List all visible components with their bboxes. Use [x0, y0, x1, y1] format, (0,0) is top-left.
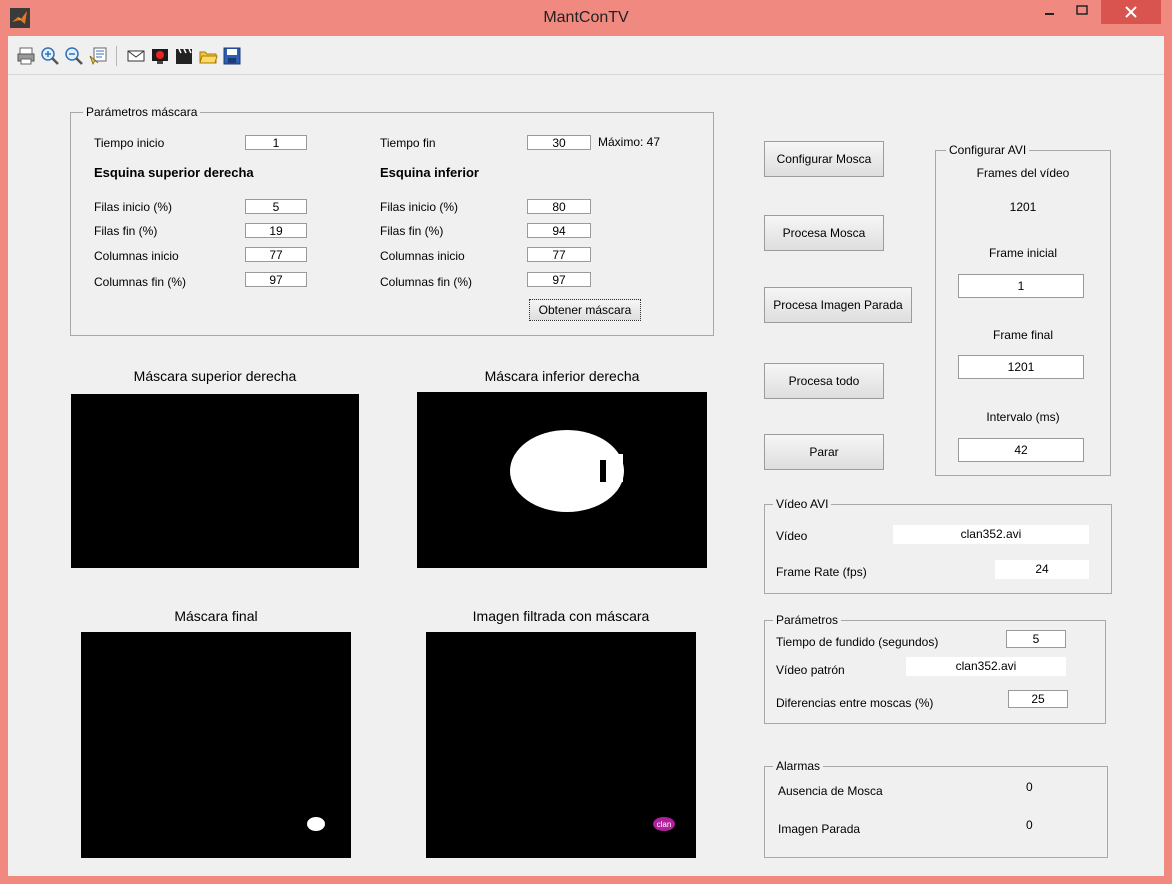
- tiempo-inicio-label: Tiempo inicio: [94, 136, 165, 150]
- parametros-title: Parámetros: [773, 613, 842, 627]
- zoom-in-icon[interactable]: [40, 46, 60, 66]
- toolbar: [8, 36, 1164, 75]
- patron-value: clan352.avi: [906, 657, 1066, 676]
- data-cursor-icon[interactable]: [88, 46, 108, 66]
- tiempo-fin-input[interactable]: 30: [527, 135, 591, 150]
- upper-filas-fin-input[interactable]: 19: [245, 223, 307, 238]
- video-avi-group: Vídeo AVI: [764, 497, 1112, 594]
- upper-filas-inicio-label: Filas inicio (%): [94, 200, 173, 214]
- title-bar[interactable]: MantConTV: [0, 0, 1172, 36]
- filtered-image-title: Imagen filtrada con máscara: [472, 608, 650, 624]
- print-icon[interactable]: [16, 46, 36, 66]
- minimize-icon: [1045, 13, 1054, 15]
- configurar-mosca-button[interactable]: Configurar Mosca: [764, 141, 884, 177]
- upper-mask-title: Máscara superior derecha: [133, 368, 297, 384]
- lower-columnas-inicio-input[interactable]: 77: [527, 247, 591, 262]
- upper-columnas-inicio-label: Columnas inicio: [94, 249, 179, 263]
- final-mask-axes: [81, 632, 351, 858]
- video-label: Vídeo: [776, 529, 808, 543]
- video-avi-title: Vídeo AVI: [773, 497, 832, 511]
- lower-columnas-inicio-label: Columnas inicio: [380, 249, 465, 263]
- upper-columnas-fin-label: Columnas fin (%): [94, 275, 187, 289]
- procesa-imagen-parada-button[interactable]: Procesa Imagen Parada: [764, 287, 912, 323]
- app-window: MantConTV Parámetros máscara Tiempo inic…: [0, 0, 1172, 884]
- toolbar-separator: [116, 46, 117, 66]
- lower-corner-heading: Esquina inferior: [380, 165, 479, 180]
- mask-params-title: Parámetros máscara: [83, 105, 201, 119]
- upper-filas-fin-label: Filas fin (%): [94, 224, 158, 238]
- lower-columnas-fin-input[interactable]: 97: [527, 272, 591, 287]
- patron-label: Vídeo patrón: [776, 663, 845, 677]
- tiempo-fin-label: Tiempo fin: [380, 136, 436, 150]
- lower-filas-fin-label: Filas fin (%): [380, 224, 444, 238]
- parada-value: 0: [1026, 818, 1033, 832]
- fps-label: Frame Rate (fps): [776, 565, 867, 579]
- window-title: MantConTV: [543, 9, 629, 26]
- obtener-mascara-button[interactable]: Obtener máscara: [529, 299, 641, 321]
- alarmas-group: Alarmas: [764, 759, 1108, 858]
- ausencia-value: 0: [1026, 780, 1033, 794]
- mask-blob: [510, 430, 624, 512]
- alarmas-title: Alarmas: [773, 759, 824, 773]
- fps-value: 24: [995, 560, 1089, 579]
- lower-filas-inicio-label: Filas inicio (%): [380, 200, 459, 214]
- upper-mask-axes: [71, 394, 359, 568]
- close-button[interactable]: [1101, 0, 1161, 24]
- filtered-image-axes: clan: [426, 632, 696, 858]
- config-avi-title: Configurar AVI: [946, 143, 1030, 157]
- fundido-input[interactable]: 5: [1006, 630, 1066, 648]
- config-avi-group: Configurar AVI: [935, 143, 1111, 476]
- mail-icon[interactable]: [126, 46, 146, 66]
- maximo-label: Máximo: 47: [598, 135, 661, 149]
- tiempo-inicio-input[interactable]: 1: [245, 135, 307, 150]
- lower-columnas-fin-label: Columnas fin (%): [380, 275, 473, 289]
- open-folder-icon[interactable]: [198, 46, 218, 66]
- upper-columnas-fin-input[interactable]: 97: [245, 272, 307, 287]
- ausencia-label: Ausencia de Mosca: [778, 784, 883, 798]
- final-mask-blob: [307, 817, 325, 831]
- frame-final-input[interactable]: 1201: [958, 355, 1084, 379]
- lower-mask-title: Máscara inferior derecha: [484, 368, 640, 384]
- clapper-icon[interactable]: [174, 46, 194, 66]
- upper-filas-inicio-input[interactable]: 5: [245, 199, 307, 214]
- parada-label: Imagen Parada: [778, 822, 861, 836]
- close-icon: [1125, 6, 1137, 18]
- save-icon[interactable]: [222, 46, 242, 66]
- diferencias-input[interactable]: 25: [1008, 690, 1068, 708]
- maximize-button[interactable]: [1065, 0, 1099, 24]
- frame-final-label: Frame final: [992, 328, 1054, 342]
- frame-inicial-label: Frame inicial: [988, 246, 1057, 260]
- lower-filas-fin-input[interactable]: 94: [527, 223, 591, 238]
- intervalo-input[interactable]: 42: [958, 438, 1084, 462]
- frames-value: 1201: [1009, 200, 1037, 214]
- lower-filas-inicio-input[interactable]: 80: [527, 199, 591, 214]
- upper-columnas-inicio-input[interactable]: 77: [245, 247, 307, 262]
- frame-inicial-input[interactable]: 1: [958, 274, 1084, 298]
- logo-text: clan: [657, 820, 672, 829]
- zoom-out-icon[interactable]: [64, 46, 84, 66]
- intervalo-label: Intervalo (ms): [986, 410, 1060, 424]
- upper-corner-heading: Esquina superior derecha: [94, 165, 254, 180]
- diferencias-label: Diferencias entre moscas (%): [776, 696, 934, 710]
- frames-label: Frames del vídeo: [976, 166, 1070, 180]
- clan-logo: clan: [653, 817, 675, 831]
- lower-mask-axes: [417, 392, 707, 568]
- video-value: clan352.avi: [893, 525, 1089, 544]
- fundido-label: Tiempo de fundido (segundos): [776, 635, 939, 649]
- maximize-icon: [1076, 5, 1088, 15]
- video-icon[interactable]: [150, 46, 170, 66]
- parar-button[interactable]: Parar: [764, 434, 884, 470]
- client-area: Parámetros máscara Tiempo inicio 1 Tiemp…: [8, 36, 1164, 876]
- final-mask-title: Máscara final: [174, 608, 258, 624]
- procesa-mosca-button[interactable]: Procesa Mosca: [764, 215, 884, 251]
- minimize-button[interactable]: [1035, 0, 1065, 24]
- procesa-todo-button[interactable]: Procesa todo: [764, 363, 884, 399]
